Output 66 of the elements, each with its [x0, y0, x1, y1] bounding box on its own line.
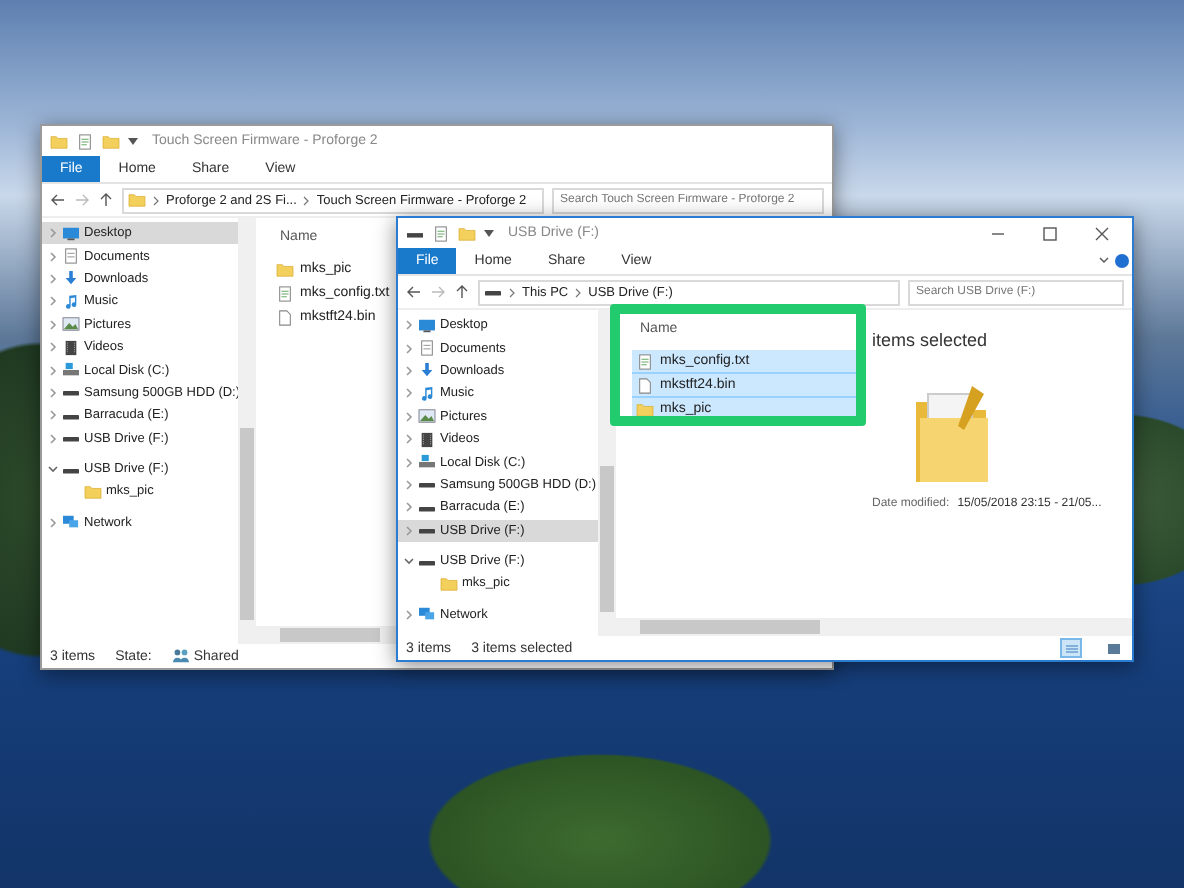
dropdown-caret-icon[interactable]	[128, 137, 138, 145]
network-icon	[62, 514, 80, 531]
chevron-right-icon	[152, 195, 160, 205]
forward-arrow-icon[interactable]	[430, 284, 446, 300]
chevron-right-icon[interactable]	[404, 525, 414, 536]
download-arrow-icon	[418, 362, 436, 379]
folder-icon	[84, 483, 102, 500]
chevron-right-icon[interactable]	[48, 410, 58, 421]
document-icon	[62, 248, 80, 265]
folder-icon	[458, 225, 476, 241]
chevron-right-icon	[508, 287, 516, 297]
text-file-icon	[276, 285, 294, 301]
download-arrow-icon	[62, 270, 80, 287]
chevron-right-icon[interactable]	[48, 433, 58, 444]
chevron-right-icon[interactable]	[404, 411, 414, 422]
music-note-icon	[62, 293, 80, 310]
text-file-icon	[636, 353, 654, 369]
chevron-right-icon[interactable]	[404, 502, 414, 513]
details-view-icon[interactable]	[1060, 638, 1082, 658]
up-arrow-icon[interactable]	[454, 284, 470, 300]
picture-icon	[62, 316, 80, 333]
chevron-right-icon[interactable]	[404, 320, 414, 331]
help-icon[interactable]	[1112, 248, 1132, 274]
scrollbar-thumb[interactable]	[240, 428, 254, 620]
back-arrow-icon[interactable]	[406, 284, 422, 300]
desktop-icon	[62, 225, 80, 242]
chevron-right-icon[interactable]	[48, 228, 58, 239]
scrollbar-thumb[interactable]	[600, 465, 614, 612]
details-heading: items selected	[872, 330, 990, 350]
desktop-icon	[418, 317, 436, 334]
up-arrow-icon[interactable]	[98, 192, 114, 208]
network-icon	[418, 606, 436, 623]
shared-users-icon	[171, 648, 190, 664]
chevron-right-icon	[302, 195, 311, 205]
text-file-icon	[432, 225, 450, 241]
music-note-icon	[418, 385, 436, 402]
chevron-down-icon[interactable]	[404, 556, 414, 567]
file-icon	[276, 309, 294, 325]
film-icon	[418, 431, 436, 448]
scrollbar-thumb[interactable]	[280, 628, 380, 642]
picture-icon	[418, 408, 436, 425]
folder-icon	[440, 575, 458, 592]
chevron-right-icon[interactable]	[48, 296, 58, 307]
text-file-icon	[76, 133, 94, 149]
large-icons-view-icon[interactable]	[1102, 638, 1124, 658]
chevron-right-icon	[574, 287, 583, 297]
chevron-down-icon[interactable]	[48, 464, 58, 475]
drive-icon	[62, 362, 80, 379]
chevron-right-icon[interactable]	[404, 434, 414, 445]
dropdown-caret-icon[interactable]	[484, 229, 494, 237]
chevron-right-icon[interactable]	[48, 319, 58, 330]
folder-icon	[102, 133, 120, 149]
chevron-right-icon[interactable]	[48, 342, 58, 353]
back-arrow-icon[interactable]	[50, 192, 66, 208]
folder-icon	[276, 261, 294, 277]
folder-icon	[128, 192, 146, 208]
document-icon	[418, 340, 436, 357]
drive-icon	[418, 454, 436, 471]
chevron-right-icon[interactable]	[404, 609, 414, 620]
film-icon	[62, 339, 80, 356]
forward-arrow-icon[interactable]	[74, 192, 90, 208]
chevron-right-icon[interactable]	[48, 517, 58, 528]
scrollbar-thumb[interactable]	[640, 620, 820, 634]
folder-icon	[50, 133, 68, 149]
folders-stack-icon	[912, 382, 992, 486]
chevron-right-icon[interactable]	[404, 388, 414, 399]
